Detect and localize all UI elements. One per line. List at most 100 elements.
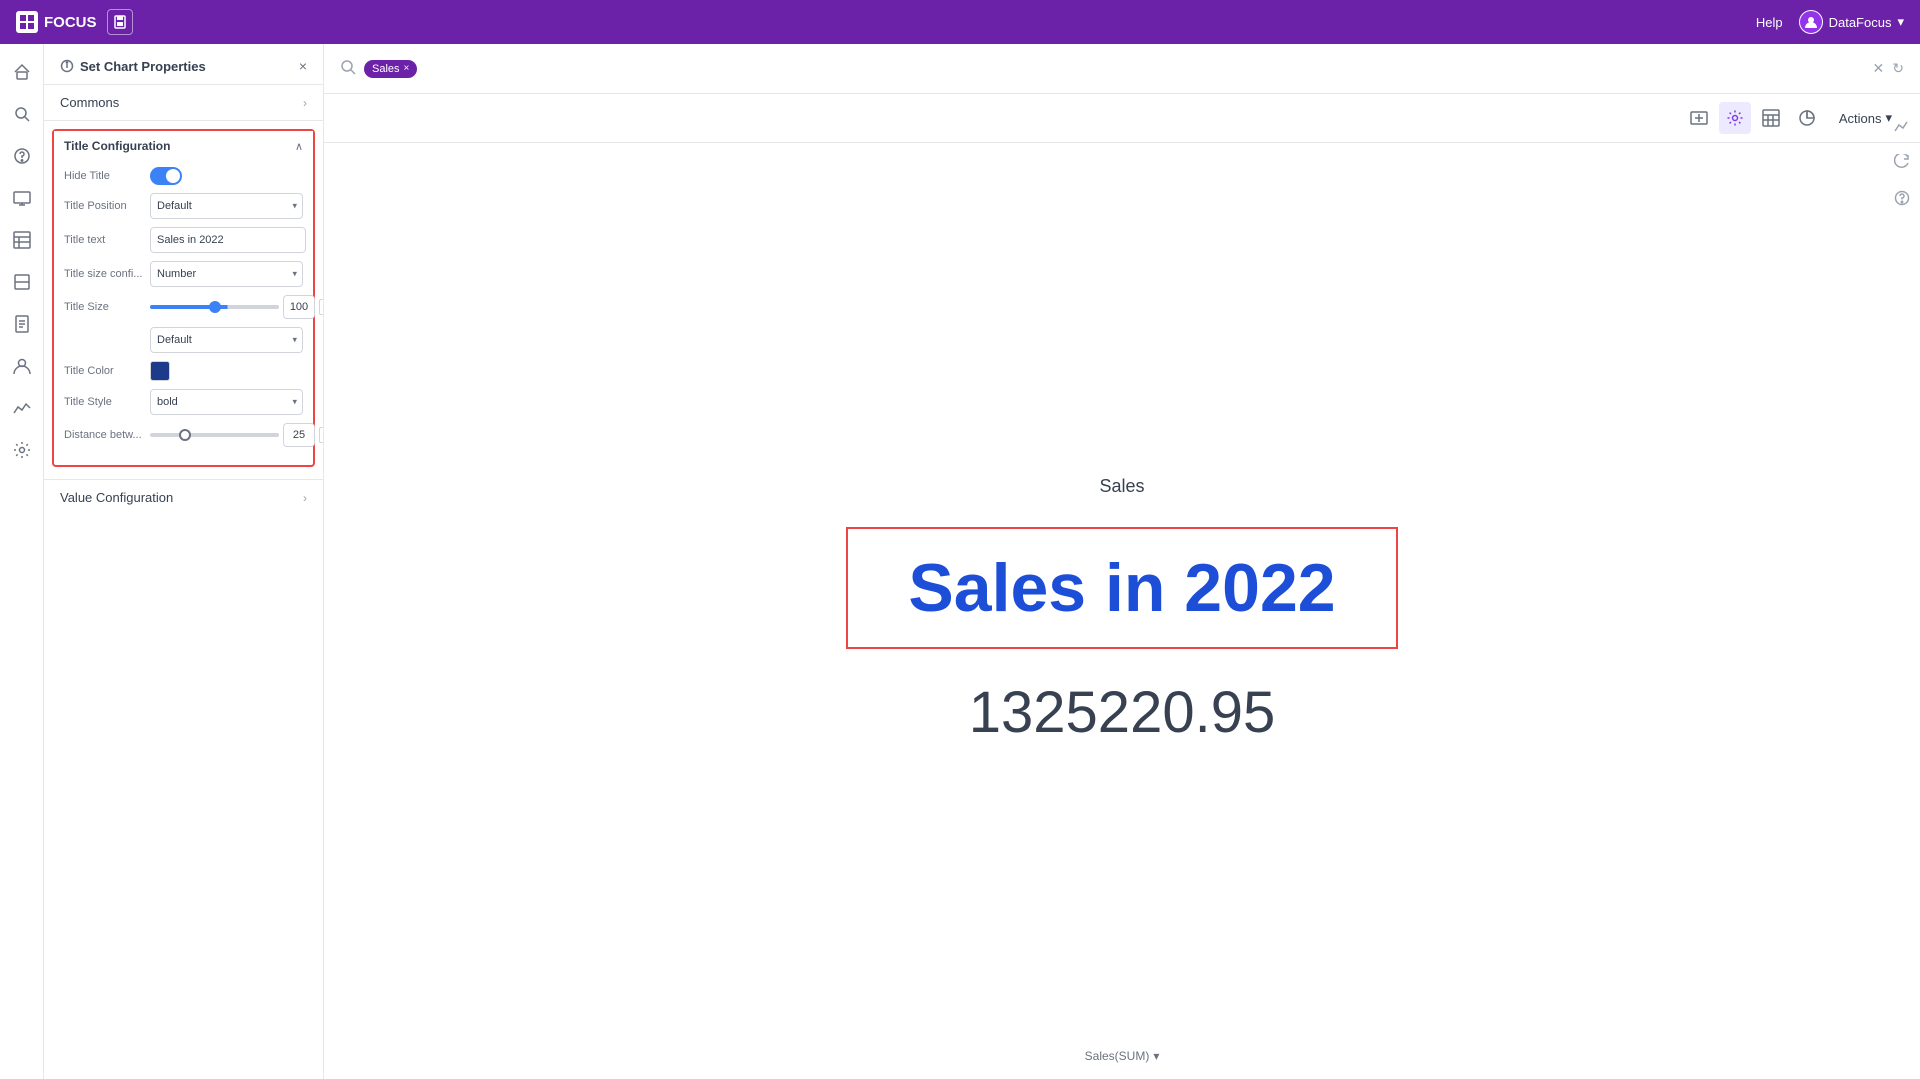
chart-title: Sales (1099, 476, 1144, 497)
chart-footer-label: Sales(SUM) (1085, 1049, 1150, 1063)
value-config-chevron-icon: › (303, 491, 307, 505)
title-text-label: Title text (64, 234, 144, 246)
title-size-label: Title Size (64, 301, 144, 313)
search-clear-button[interactable]: ✕ (1873, 60, 1885, 77)
commons-chevron-icon: › (303, 96, 307, 110)
distance-row: Distance betw... + (64, 423, 303, 447)
title-config-section: Title Configuration ∧ Hide Title Title P… (52, 129, 315, 467)
title-color-row: Title Color (64, 361, 303, 381)
search-bar: Sales × ✕ ↻ (324, 44, 1920, 94)
title-size-value-input[interactable] (283, 295, 315, 319)
search-tag: Sales × (364, 60, 417, 78)
commons-label: Commons (60, 95, 119, 110)
user-menu[interactable]: DataFocus ▾ (1799, 10, 1904, 34)
distance-label: Distance betw... (64, 429, 144, 441)
title-size-slider[interactable] (150, 305, 279, 309)
chart-kpi-title: Sales in 2022 (846, 527, 1397, 649)
user-avatar (1799, 10, 1823, 34)
title-size-dropdown-row: Default ▾ (64, 327, 303, 353)
title-position-select[interactable]: Default (150, 193, 303, 219)
toggle-knob (166, 169, 180, 183)
distance-slider[interactable] (150, 433, 279, 437)
title-size-dropdown-wrapper: Default ▾ (150, 327, 303, 353)
save-button[interactable] (107, 9, 133, 35)
content-area: Sales × ✕ ↻ (324, 44, 1920, 1079)
toolbar-kpi-icon[interactable] (1683, 102, 1715, 134)
title-style-row: Title Style bold ▾ (64, 389, 303, 415)
sidebar-home-icon[interactable] (4, 54, 40, 90)
title-position-label: Title Position (64, 200, 144, 212)
chart-kpi-value: 1325220.95 (969, 679, 1275, 746)
title-config-header[interactable]: Title Configuration ∧ (54, 131, 313, 161)
chart-area: Sales Sales in 2022 1325220.95 Sales(SUM… (324, 143, 1920, 1079)
search-icon (340, 59, 356, 78)
toolbar-settings-button[interactable] (1719, 102, 1751, 134)
hide-title-row: Hide Title (64, 167, 303, 185)
topbar: FOCUS Help DataFocus ▾ (0, 0, 1920, 44)
title-config-chevron-icon: ∧ (295, 140, 303, 153)
title-size-config-select[interactable]: Number (150, 261, 303, 287)
value-config-label: Value Configuration (60, 490, 173, 505)
distance-slider-row: + (150, 423, 324, 447)
sidebar-analytics-icon[interactable] (4, 390, 40, 426)
title-color-swatch[interactable] (150, 361, 170, 381)
distance-value-input[interactable] (283, 423, 315, 447)
title-style-select[interactable]: bold (150, 389, 303, 415)
edge-line-chart-icon[interactable] (1888, 112, 1916, 140)
chart-toolbar: Actions ▾ (324, 94, 1920, 143)
hide-title-label: Hide Title (64, 170, 144, 182)
sidebar-help-icon[interactable] (4, 138, 40, 174)
title-position-row: Title Position Default ▾ (64, 193, 303, 219)
value-config-section[interactable]: Value Configuration › (44, 479, 323, 515)
sidebar-layers-icon[interactable] (4, 264, 40, 300)
sidebar-report-icon[interactable] (4, 306, 40, 342)
search-tag-close-button[interactable]: × (404, 63, 410, 74)
title-color-label: Title Color (64, 365, 144, 377)
chart-footer[interactable]: Sales(SUM) ▾ (1085, 1049, 1160, 1063)
title-style-label: Title Style (64, 396, 144, 408)
panel-close-button[interactable]: × (299, 58, 307, 74)
app-logo[interactable]: FOCUS (16, 11, 97, 33)
logo-icon (16, 11, 38, 33)
commons-section[interactable]: Commons › (44, 85, 323, 121)
search-tag-label: Sales (372, 63, 400, 75)
title-config-title: Title Configuration (64, 139, 170, 153)
sidebar-monitor-icon[interactable] (4, 180, 40, 216)
panel-header: Set Chart Properties × (44, 44, 323, 85)
sidebar-search-icon[interactable] (4, 96, 40, 132)
panel: Set Chart Properties × Commons › Title C… (44, 44, 324, 1079)
sidebar-user-icon[interactable] (4, 348, 40, 384)
edge-help-icon[interactable] (1888, 184, 1916, 212)
right-edge-buttons (1884, 104, 1920, 220)
title-size-row: Title Size + (64, 295, 303, 319)
edge-refresh-icon[interactable] (1888, 148, 1916, 176)
search-refresh-button[interactable]: ↻ (1892, 60, 1904, 77)
toolbar-table-icon[interactable] (1755, 102, 1787, 134)
help-link[interactable]: Help (1756, 15, 1783, 30)
title-config-body: Hide Title Title Position Default ▾ (54, 161, 313, 465)
title-size-config-label: Title size confi... (64, 268, 144, 280)
sidebar-icons (0, 44, 44, 1079)
hide-title-toggle[interactable] (150, 167, 182, 185)
title-size-config-row: Title size confi... Number ▾ (64, 261, 303, 287)
title-size-config-select-wrapper: Number ▾ (150, 261, 303, 287)
user-label: DataFocus (1829, 15, 1892, 30)
app-name: FOCUS (44, 14, 97, 31)
title-text-input[interactable] (150, 227, 306, 253)
sidebar-settings-icon[interactable] (4, 432, 40, 468)
title-position-select-wrapper: Default ▾ (150, 193, 303, 219)
sidebar-table-icon[interactable] (4, 222, 40, 258)
actions-label: Actions (1839, 111, 1882, 126)
topbar-right: Help DataFocus ▾ (1756, 10, 1904, 34)
topbar-left: FOCUS (16, 9, 133, 35)
title-text-row: Title text (64, 227, 303, 253)
title-size-slider-row: + (150, 295, 324, 319)
main-layout: Set Chart Properties × Commons › Title C… (0, 44, 1920, 1079)
panel-title-text: Set Chart Properties (80, 59, 206, 74)
panel-title: Set Chart Properties (60, 59, 206, 74)
chart-footer-chevron-icon: ▾ (1153, 1049, 1159, 1063)
title-size-dropdown-select[interactable]: Default (150, 327, 303, 353)
toolbar-chart-icon[interactable] (1791, 102, 1823, 134)
title-style-select-wrapper: bold ▾ (150, 389, 303, 415)
user-chevron: ▾ (1897, 14, 1904, 30)
